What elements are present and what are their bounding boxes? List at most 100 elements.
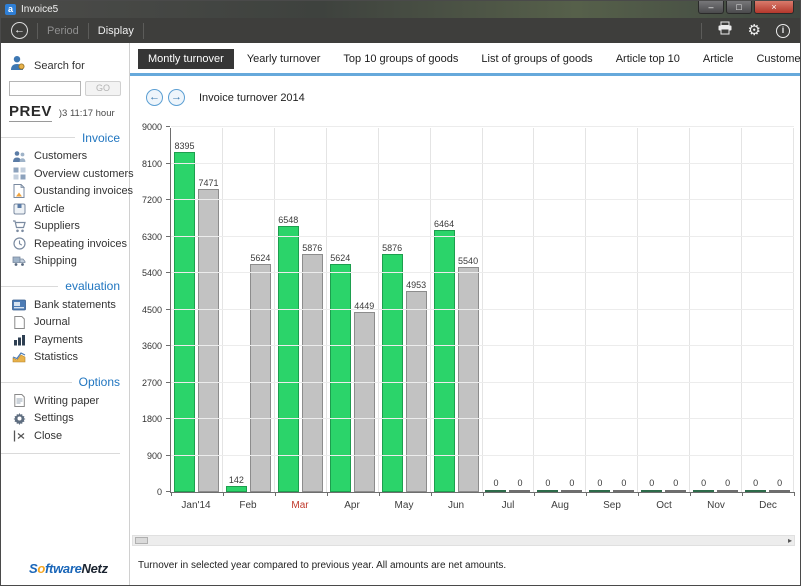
go-button[interactable]: GO (85, 81, 121, 96)
overview-customers-icon (12, 167, 26, 181)
sidebar-item-shipping[interactable]: Shipping (1, 253, 129, 271)
tab-article-top-10[interactable]: Article top 10 (606, 49, 690, 69)
maximize-button[interactable]: □ (726, 1, 752, 14)
bar-value-label: 8395 (174, 141, 194, 151)
sidebar-item-label: Article (34, 203, 65, 215)
sidebar-item-payments[interactable]: Payments (1, 331, 129, 349)
sidebar-item-bank-statements[interactable]: Bank statements (1, 296, 129, 314)
sidebar-item-repeating-invoices[interactable]: Repeating invoices (1, 235, 129, 253)
sidebar-item-label: Close (34, 430, 62, 442)
back-icon[interactable]: ← (11, 22, 28, 39)
tab-list-of-groups-of-goods[interactable]: List of groups of goods (471, 49, 602, 69)
toolbar-separator (143, 23, 144, 39)
tab-bar: Montly turnoverYearly turnoverTop 10 gro… (138, 48, 800, 70)
close-icon (12, 429, 26, 443)
bar-value-label: 0 (621, 478, 626, 488)
sidebar-item-label: Customers (34, 150, 87, 162)
y-axis-tick (166, 418, 170, 419)
sidebar-item-label: Oustanding invoices (34, 185, 133, 197)
sidebar-item-overview-customers[interactable]: Overview customers (1, 165, 129, 183)
search-input[interactable] (9, 81, 81, 96)
search-controls: GO (1, 81, 129, 96)
close-button[interactable]: × (754, 1, 794, 14)
sidebar-item-statistics[interactable]: Statistics (1, 349, 129, 367)
bar-value-label: 0 (569, 478, 574, 488)
bar-value-label: 0 (725, 478, 730, 488)
menu-item-display[interactable]: Display (98, 25, 134, 37)
prev-period-button[interactable]: PREV (9, 104, 52, 122)
tab-montly-turnover[interactable]: Montly turnover (138, 49, 234, 69)
next-year-icon[interactable]: → (168, 89, 185, 106)
x-axis-label-oct: Oct (638, 500, 690, 511)
toolbar-right: ⚙ i (701, 21, 790, 40)
sidebar-item-oustanding-invoices[interactable]: Oustanding invoices (1, 183, 129, 201)
month-group-jun: 6464 5540 (431, 128, 483, 492)
payments-icon (12, 333, 26, 347)
gridline (171, 345, 794, 346)
sidebar-item-label: Repeating invoices (34, 238, 127, 250)
footer-note: Turnover in selected year compared to pr… (138, 560, 800, 571)
bar-value-label: 0 (649, 478, 654, 488)
horizontal-scrollbar[interactable]: ▸ (132, 535, 795, 546)
x-axis-tick (586, 492, 587, 496)
bar-value-label: 5624 (330, 253, 350, 263)
sidebar-item-article[interactable]: Article (1, 200, 129, 218)
y-axis-tick (166, 491, 170, 492)
suppliers-icon (12, 219, 26, 233)
period-datetime: )3 11:17 hour (59, 108, 115, 119)
gridline (171, 163, 794, 164)
app-window: a Invoice5 – □ × ← PeriodDisplay ⚙ i (0, 0, 801, 586)
month-group-mar: 65485876 (275, 128, 327, 492)
minimize-button[interactable]: – (698, 1, 724, 14)
sidebar-item-label: Overview customers (34, 168, 134, 180)
sidebar-item-settings[interactable]: Settings (1, 410, 129, 428)
tab-article[interactable]: Article (693, 49, 744, 69)
sidebar-item-customers[interactable]: Customers (1, 148, 129, 166)
y-axis-tick (166, 236, 170, 237)
sidebar-item-close[interactable]: Close (1, 427, 129, 445)
sidebar: Search for GO PREV )3 11:17 hour Invoice… (1, 43, 130, 585)
menu-item-period[interactable]: Period (47, 25, 79, 37)
y-axis-label: 8100 (142, 159, 162, 169)
x-axis-label-jan-14: Jan'14 (170, 500, 222, 511)
x-axis-label-aug: Aug (534, 500, 586, 511)
settings-gear-icon[interactable]: ⚙ (748, 23, 761, 38)
sidebar-item-suppliers[interactable]: Suppliers (1, 218, 129, 236)
print-icon[interactable] (717, 21, 733, 40)
bank-statements-icon (12, 298, 26, 312)
x-axis-tick (171, 492, 172, 496)
repeating-invoices-icon (12, 237, 26, 251)
gridline (171, 309, 794, 310)
info-icon[interactable]: i (776, 24, 790, 38)
tab-customers[interactable]: Customers (746, 49, 801, 69)
scrollbar-thumb[interactable] (135, 537, 148, 544)
y-axis-label: 7200 (142, 195, 162, 205)
scrollbar-right-arrow-icon[interactable]: ▸ (788, 536, 792, 545)
bar-value-label: 6464 (434, 219, 454, 229)
logo-text: ftware (45, 561, 82, 576)
bar-value-label: 0 (777, 478, 782, 488)
x-axis-label-feb: Feb (222, 500, 274, 511)
section-divider-line (1, 382, 72, 383)
sidebar-item-writing-paper[interactable]: Writing paper (1, 392, 129, 410)
tab-top-10-groups-of-goods[interactable]: Top 10 groups of goods (333, 49, 468, 69)
tab-yearly-turnover[interactable]: Yearly turnover (237, 49, 331, 69)
month-group-dec: 00 (742, 128, 794, 492)
bar-previous-year-2013-may: 4953 (406, 291, 427, 492)
month-group-feb: 1425624 (223, 128, 275, 492)
y-axis-tick (166, 455, 170, 456)
sidebar-item-journal[interactable]: Journal (1, 314, 129, 332)
previous-year-icon[interactable]: ← (146, 89, 163, 106)
bar-value-label: 0 (701, 478, 706, 488)
month-group-jul: 00 (483, 128, 535, 492)
bar-value-label: 0 (517, 478, 522, 488)
plot-area: 8395747114256246548587656244449587649536… (170, 128, 794, 493)
bar-previous-year-2013-jun: 5540 (458, 267, 479, 492)
y-axis-tick (166, 272, 170, 273)
x-axis-tick (690, 492, 691, 496)
y-axis-label: 0 (157, 487, 162, 497)
y-axis-label: 6300 (142, 232, 162, 242)
bar-selected-year-2014-oct: 0 (641, 490, 662, 492)
x-axis-tick (223, 492, 224, 496)
gridline (171, 455, 794, 456)
